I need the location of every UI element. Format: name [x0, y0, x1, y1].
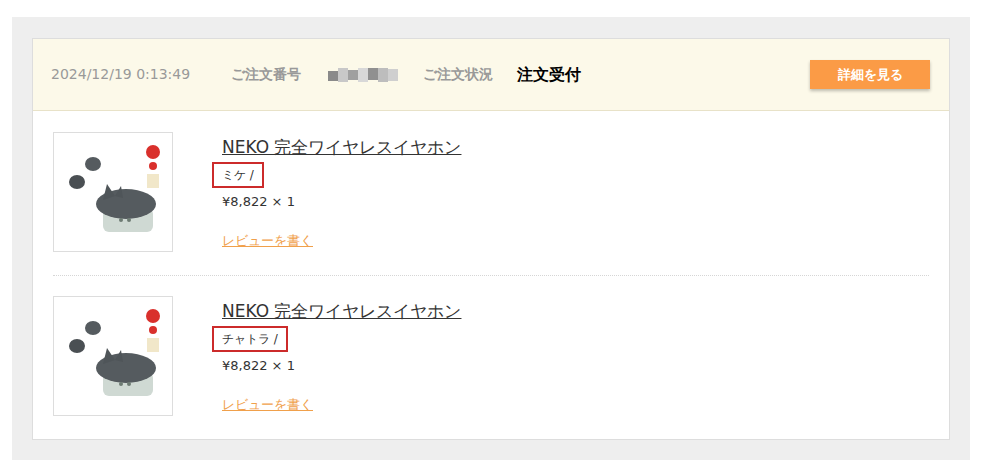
- detail-button[interactable]: 詳細を見る: [810, 60, 930, 89]
- order-card: 2024/12/19 0:13:49 ご注文番号 ご注文状況 注文受付 詳細を見…: [32, 38, 950, 440]
- order-status-label: ご注文状況: [423, 64, 517, 85]
- order-number-label: ご注文番号: [231, 64, 328, 85]
- order-status: 注文受付: [517, 63, 581, 87]
- product-image[interactable]: [53, 132, 173, 252]
- order-panel: 2024/12/19 0:13:49 ご注文番号 ご注文状況 注文受付 詳細を見…: [12, 17, 970, 460]
- product-variant: ミケ /: [212, 162, 264, 188]
- order-item: NEKO 完全ワイヤレスイヤホンチャトラ / ¥8,822 × 1 レビューを書く: [53, 275, 929, 439]
- item-info: NEKO 完全ワイヤレスイヤホンチャトラ /¥8,822 × 1レビューを書く: [222, 296, 461, 416]
- order-header: 2024/12/19 0:13:49 ご注文番号 ご注文状況 注文受付 詳細を見…: [33, 39, 949, 111]
- review-link[interactable]: レビューを書く: [222, 396, 313, 413]
- item-info: NEKO 完全ワイヤレスイヤホンミケ /¥8,822 × 1レビューを書く: [222, 132, 461, 252]
- product-title[interactable]: NEKO 完全ワイヤレスイヤホン: [222, 136, 461, 158]
- product-price: ¥8,822 × 1: [222, 193, 295, 210]
- product-variant: チャトラ /: [212, 326, 288, 352]
- product-image[interactable]: [53, 296, 173, 416]
- order-datetime: 2024/12/19 0:13:49: [51, 64, 231, 85]
- order-number-redacted: [328, 68, 423, 82]
- order-item: NEKO 完全ワイヤレスイヤホンミケ / ¥8,822 × 1 レビューを書く: [53, 111, 929, 275]
- product-title[interactable]: NEKO 完全ワイヤレスイヤホン: [222, 300, 461, 322]
- item-list: NEKO 完全ワイヤレスイヤホンミケ /¥8,822 × 1レビューを書くNEK…: [33, 111, 949, 439]
- product-price: ¥8,822 × 1: [222, 357, 295, 374]
- review-link[interactable]: レビューを書く: [222, 232, 313, 249]
